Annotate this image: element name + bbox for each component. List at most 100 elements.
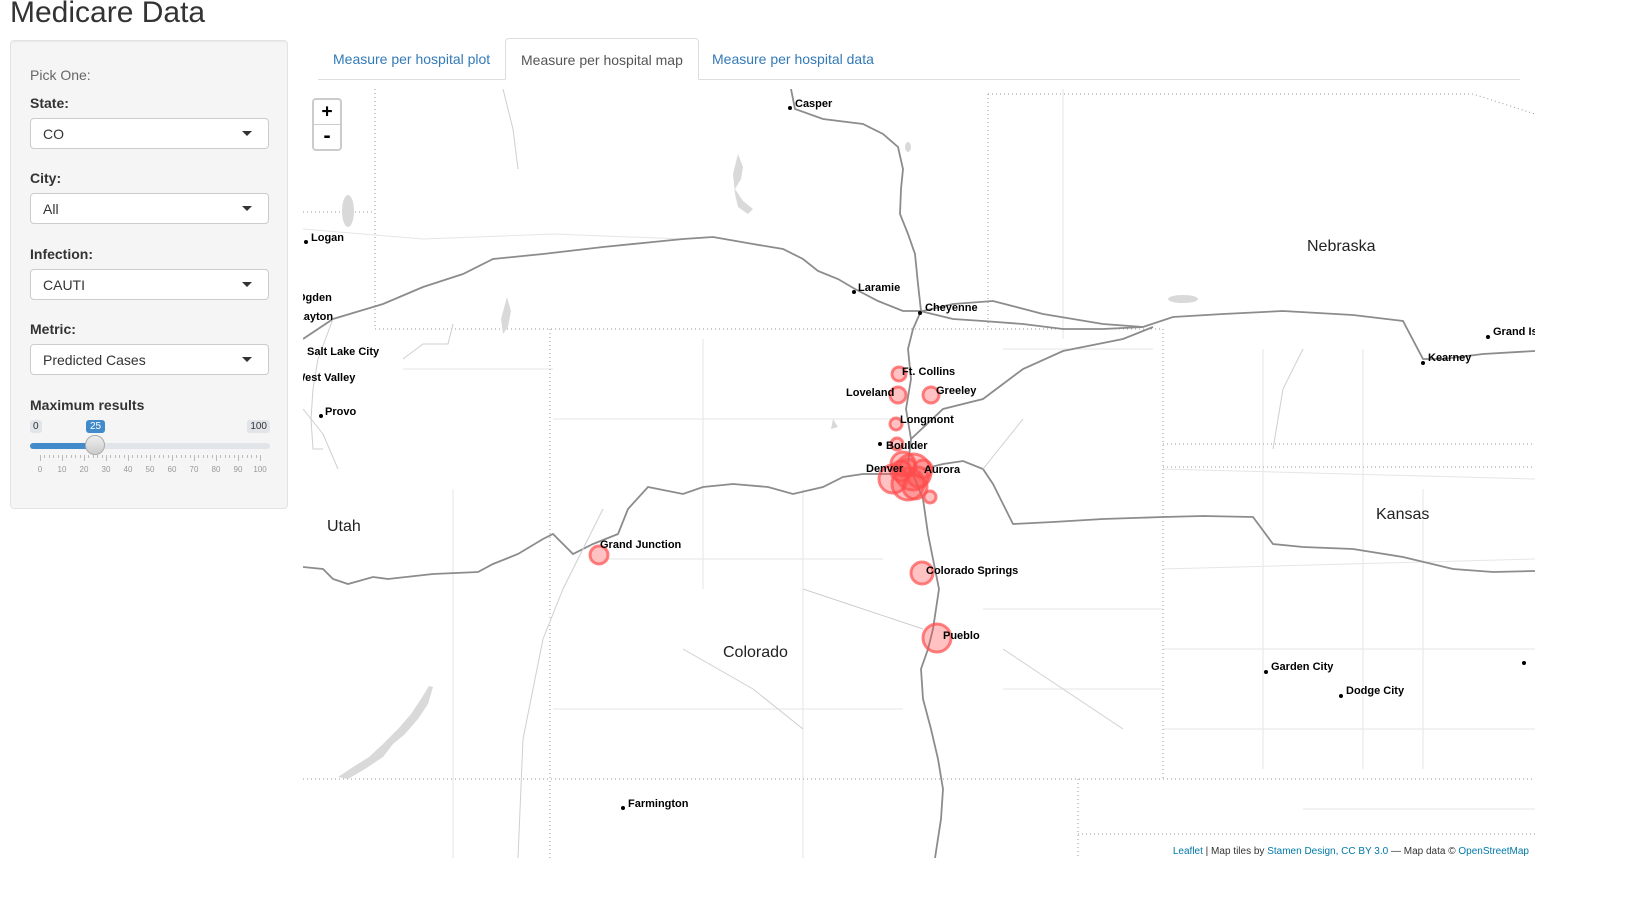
slider-tick — [119, 455, 121, 458]
slider-tick — [242, 455, 244, 458]
city-label: Aurora — [924, 464, 961, 476]
city-label: Laramie — [858, 282, 900, 294]
city-label: Logan — [311, 232, 344, 244]
slider-tick — [180, 455, 182, 458]
slider-tick — [211, 455, 213, 458]
slider-tick — [176, 455, 178, 458]
state-select[interactable]: CO — [30, 118, 269, 149]
slider-tick — [233, 455, 235, 458]
slider-tick — [66, 455, 68, 458]
slider-tick — [88, 455, 90, 458]
city-label: Cheyenne — [925, 302, 978, 314]
slider-min-label: 0 — [30, 420, 42, 433]
sidebar-panel: Pick One: State: CO City: All Infection:… — [10, 40, 288, 509]
slider-tick — [255, 455, 257, 458]
state-select-value: CO — [43, 126, 64, 142]
hospital-markers[interactable] — [588, 365, 953, 654]
city-label: Grand Island — [1493, 326, 1535, 338]
slider-tick — [251, 455, 253, 458]
slider-tick — [106, 455, 107, 461]
city-label: Ft. Collins — [902, 366, 955, 378]
city-label: Ogden — [303, 292, 332, 304]
metric-select-value: Predicted Cases — [43, 352, 146, 368]
slider-tick — [198, 455, 200, 458]
zoom-out-button[interactable]: - — [314, 124, 340, 149]
city-label: Provo — [325, 406, 356, 418]
chevron-down-icon — [242, 357, 252, 362]
slider-tick-label: 90 — [233, 465, 243, 474]
slider-tick — [150, 455, 151, 461]
chevron-down-icon — [242, 131, 252, 136]
zoom-in-button[interactable]: + — [314, 100, 340, 124]
city-label: West Valley — [303, 372, 356, 384]
slider-tick — [84, 455, 85, 461]
metric-label: Metric: — [30, 321, 76, 337]
slider-tick — [185, 455, 187, 458]
app-title: Medicare Data — [10, 0, 206, 29]
slider-tick — [158, 455, 160, 458]
city-select[interactable]: All — [30, 193, 269, 224]
slider-tick — [123, 455, 125, 458]
city-label: Layton — [303, 311, 333, 323]
leaflet-link[interactable]: Leaflet — [1173, 846, 1203, 857]
slider-tick — [229, 455, 231, 458]
city-label: Loveland — [846, 387, 894, 399]
zoom-control: + - — [312, 98, 342, 151]
slider-tick — [114, 455, 116, 458]
leaflet-map[interactable]: Nebraska Kansas Utah Colorado Casper Log… — [303, 89, 1535, 858]
slider-value-label: 25 — [86, 420, 106, 433]
slider-tick-label: 80 — [211, 465, 221, 474]
slider-tick — [92, 455, 94, 458]
slider-tick — [101, 455, 103, 458]
slider-tick — [220, 455, 222, 458]
slider-tick — [97, 455, 99, 458]
slider-tick — [189, 455, 191, 458]
slider-tick — [207, 455, 209, 458]
tab-map[interactable]: Measure per hospital map — [505, 38, 699, 80]
slider-tick — [53, 455, 55, 458]
tab-plot[interactable]: Measure per hospital plot — [318, 38, 505, 78]
infection-select[interactable]: CAUTI — [30, 269, 269, 300]
max-results-slider[interactable]: 0 100 25 0 10 20 30 40 50 60 70 80 90 100 — [30, 417, 270, 477]
slider-tick — [40, 455, 41, 461]
city-label: Colorado Springs — [926, 565, 1018, 577]
slider-tick-label: 50 — [145, 465, 155, 474]
metric-select[interactable]: Predicted Cases — [30, 344, 269, 375]
slider-tick-label: 10 — [57, 465, 67, 474]
hospital-marker[interactable] — [922, 489, 938, 505]
slider-tick — [70, 455, 72, 458]
city-label: Greeley — [936, 385, 977, 397]
osm-link[interactable]: OpenStreetMap — [1458, 846, 1529, 857]
city-label: Grand Junction — [600, 539, 682, 551]
infection-label: Infection: — [30, 246, 93, 262]
slider-tick — [194, 455, 195, 461]
slider-handle[interactable] — [85, 435, 105, 455]
city-label: Garden City — [1271, 661, 1334, 673]
city-label: Longmont — [900, 414, 954, 426]
slider-max-label: 100 — [247, 420, 270, 433]
city-label: City: — [30, 170, 62, 186]
slider-tick — [136, 455, 138, 458]
slider-tick-label: 70 — [189, 465, 199, 474]
slider-tick — [110, 455, 112, 458]
attribution-data-text: — Map data © — [1388, 846, 1459, 857]
slider-tick — [62, 455, 63, 461]
stamen-link[interactable]: Stamen Design, CC BY 3.0 — [1267, 846, 1388, 857]
slider-tick — [260, 455, 261, 461]
slider-tick — [216, 455, 217, 461]
slider-tick — [75, 455, 77, 458]
slider-tick — [163, 455, 165, 458]
region-label-utah: Utah — [327, 518, 361, 535]
slider-tick — [167, 455, 169, 458]
slider-tick-label: 0 — [37, 465, 43, 474]
city-label: Casper — [795, 98, 833, 110]
slider-tick — [132, 455, 134, 458]
attribution-tiles-text: | Map tiles by — [1202, 846, 1268, 857]
tab-data[interactable]: Measure per hospital data — [697, 38, 889, 78]
slider-tick-label: 40 — [123, 465, 133, 474]
city-label: Pueblo — [943, 630, 980, 642]
chevron-down-icon — [242, 282, 252, 287]
slider-tick — [246, 455, 248, 458]
max-results-label: Maximum results — [30, 397, 145, 413]
slider-tick — [128, 455, 129, 461]
